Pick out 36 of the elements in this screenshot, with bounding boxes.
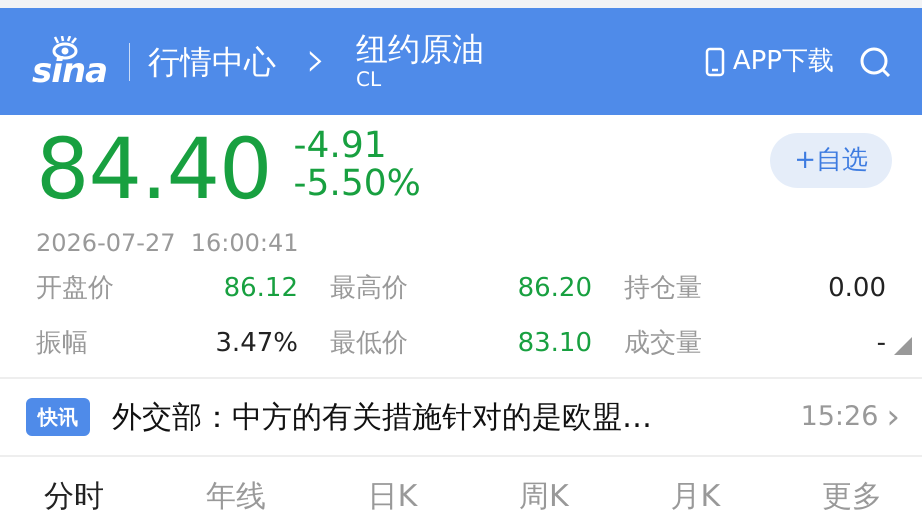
stat-value: 83.10 xyxy=(518,327,592,360)
percent-change: -5.50% xyxy=(293,164,421,203)
last-price: 84.40 xyxy=(36,127,272,211)
logo[interactable]: sina xyxy=(32,36,112,88)
news-badge: 快讯 xyxy=(26,398,90,436)
stat-value: 86.12 xyxy=(224,272,298,305)
stat-label: 最低价 xyxy=(330,327,408,360)
chart-tab[interactable]: 周K xyxy=(519,479,569,515)
phone-icon xyxy=(704,46,725,76)
price-change: -4.91 xyxy=(293,127,388,165)
search-button[interactable] xyxy=(858,44,892,78)
stat-label: 持仓量 xyxy=(624,272,702,305)
chevron-icon[interactable]: › xyxy=(886,400,900,434)
chart-tab[interactable]: 更多 xyxy=(822,479,882,515)
expand-corner-icon[interactable] xyxy=(894,337,912,355)
stat-value: 86.20 xyxy=(518,272,592,305)
instrument-code: CL xyxy=(356,67,382,92)
stat-label: 最高价 xyxy=(330,272,408,305)
news-time: 15:26 xyxy=(800,400,878,434)
breadcrumb-separator: › xyxy=(306,34,326,84)
news-headline[interactable]: 外交部：中方的有关措施针对的是欧盟… xyxy=(112,394,652,440)
stat-value: - xyxy=(876,327,886,360)
section-link[interactable]: 行情中心 xyxy=(148,46,276,78)
stat-label: 开盘价 xyxy=(36,272,114,305)
chart-tab[interactable]: 年线 xyxy=(206,479,266,515)
stat-value: 3.47% xyxy=(215,327,298,360)
stat-label: 成交量 xyxy=(624,327,702,360)
quote-timestamp: 2026-07-27 16:00:41 xyxy=(36,228,300,259)
instrument-title: 纽约原油 xyxy=(356,32,484,68)
stat-value: 0.00 xyxy=(828,272,886,305)
stat-label: 振幅 xyxy=(36,327,88,360)
chart-tab[interactable]: 分时 xyxy=(44,479,104,515)
chart-tab[interactable]: 日K xyxy=(368,479,418,515)
app-download-button[interactable]: APP下载 xyxy=(704,42,834,81)
chart-tab[interactable]: 月K xyxy=(670,479,720,515)
add-watchlist-button[interactable]: +自选 xyxy=(770,133,892,188)
